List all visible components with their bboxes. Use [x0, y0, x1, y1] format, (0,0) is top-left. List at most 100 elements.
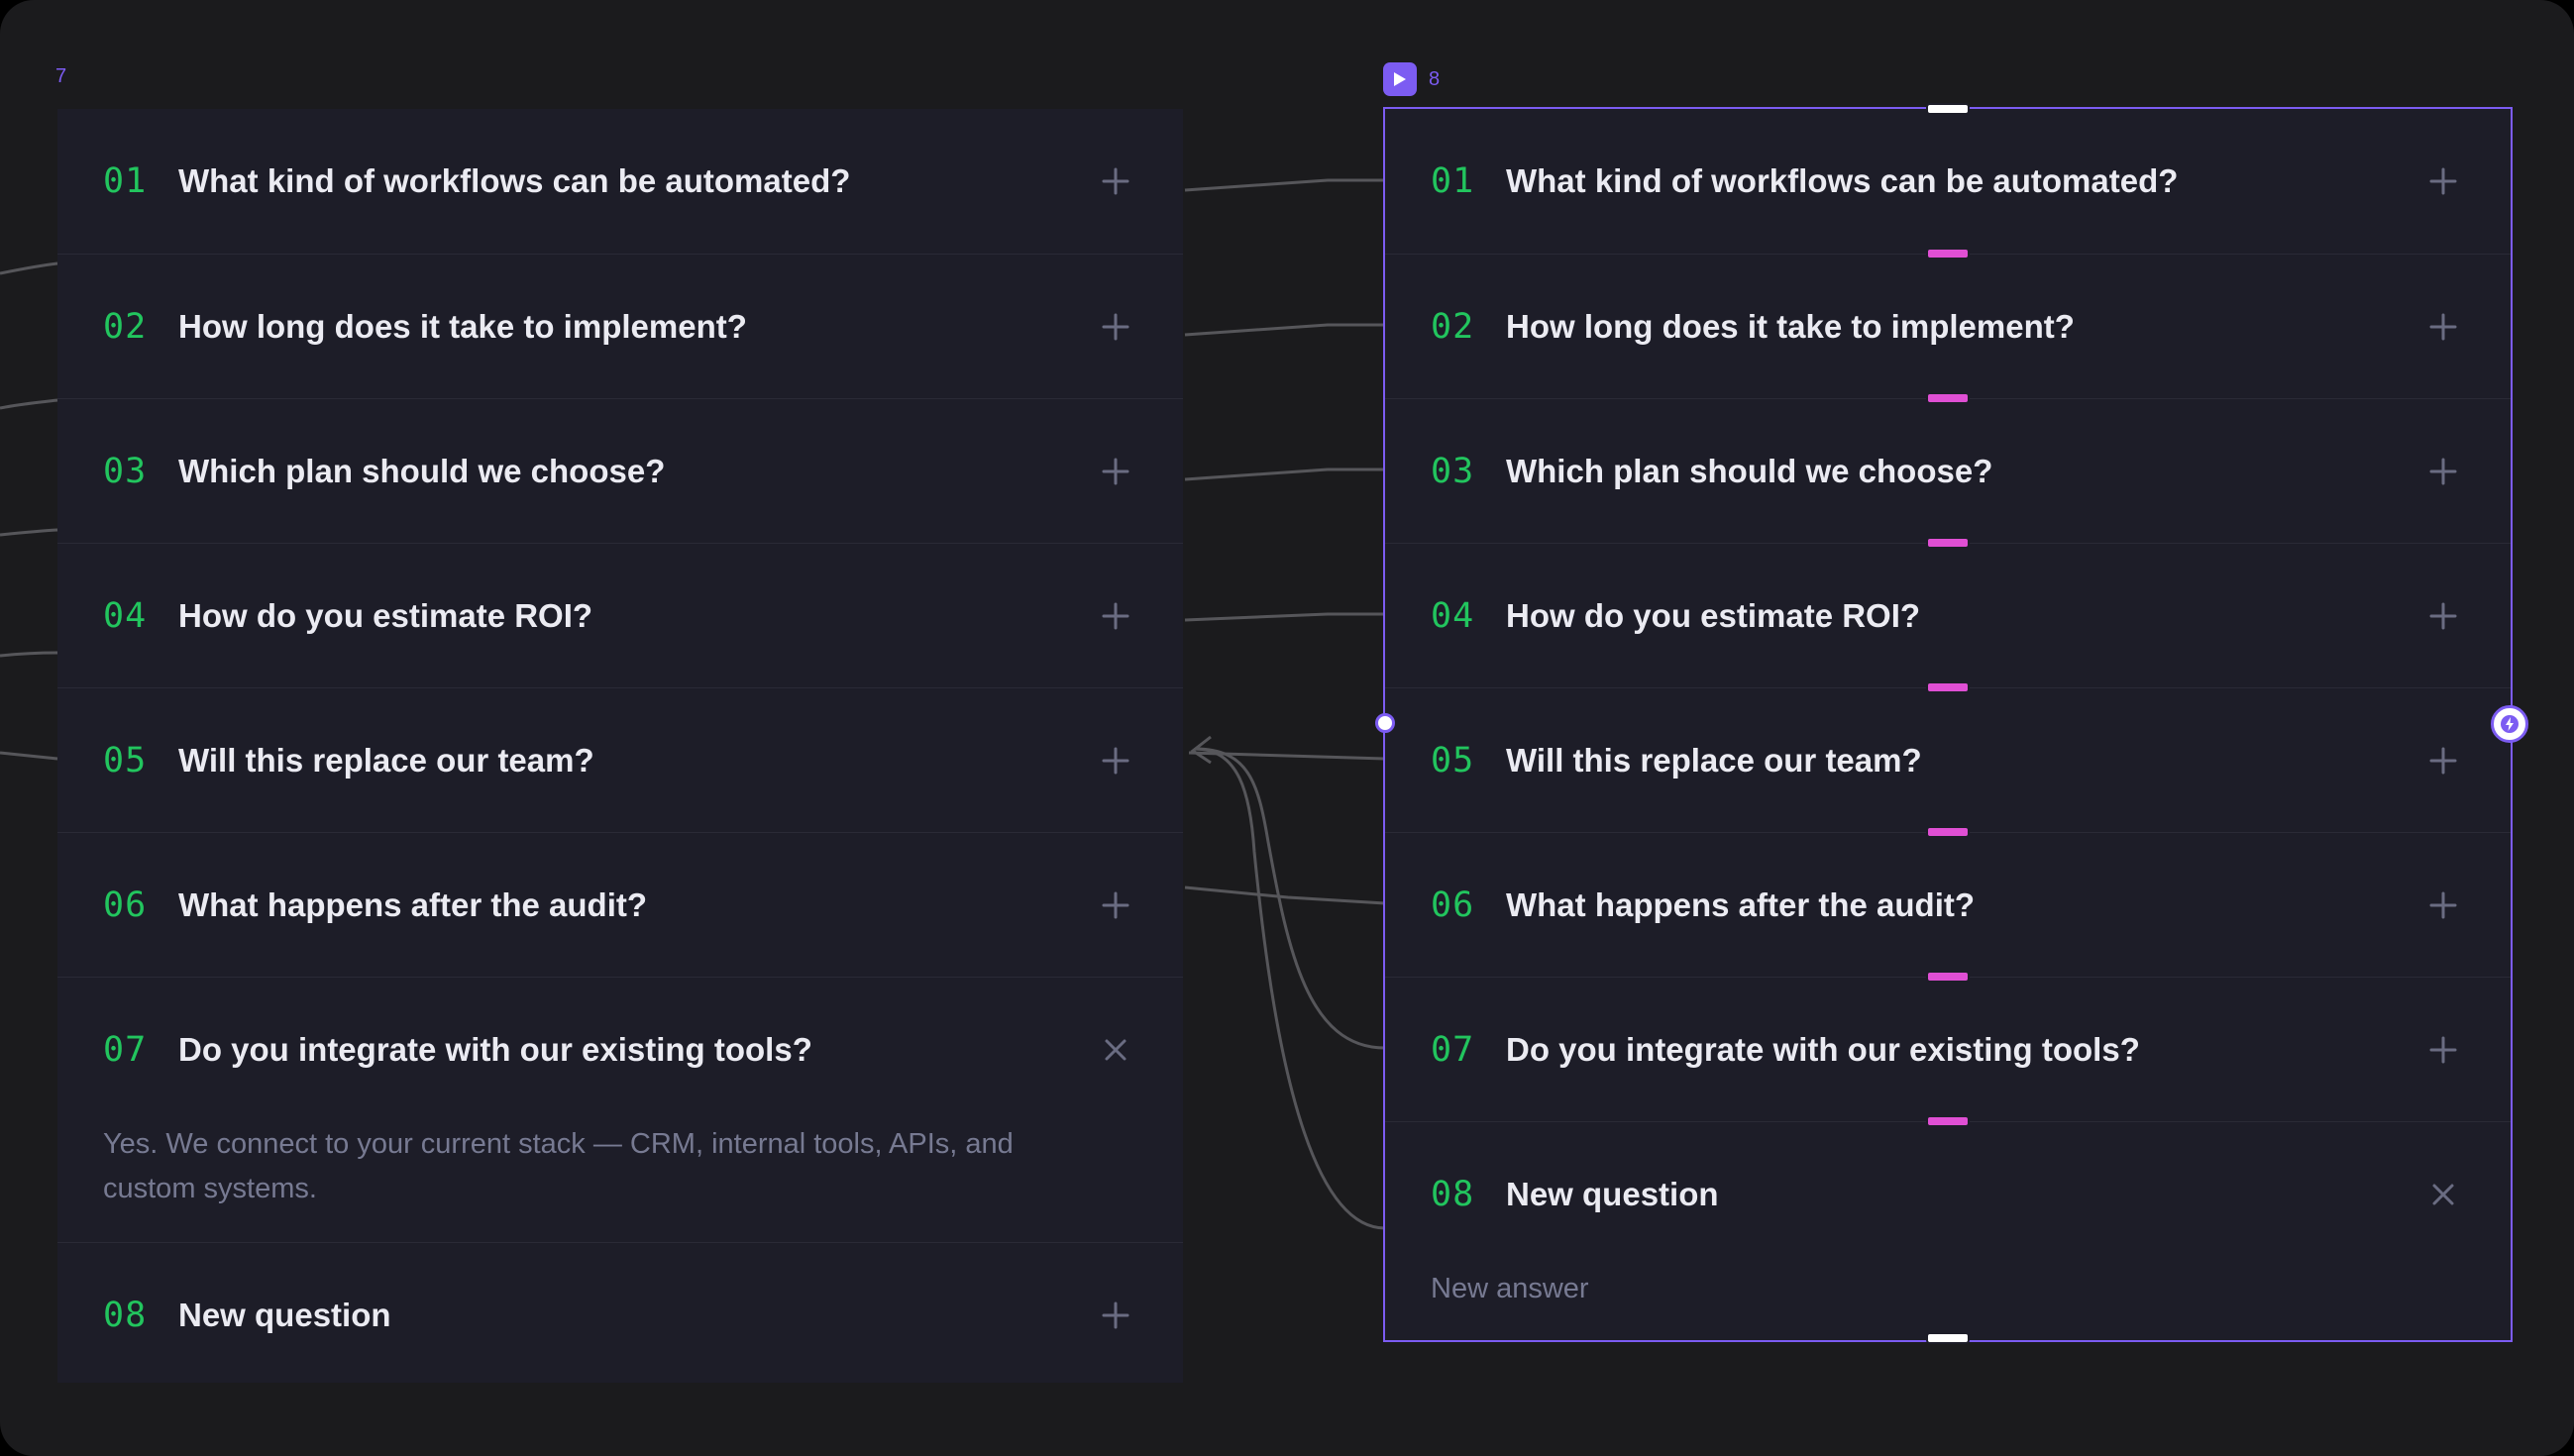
faq-question-row[interactable]: 06 What happens after the audit? — [1431, 833, 2511, 978]
faq-question-row[interactable]: 08 New question — [103, 1243, 1183, 1388]
faq-item[interactable]: 07 Do you integrate with our existing too… — [57, 977, 1183, 1242]
plus-icon[interactable] — [1086, 152, 1145, 211]
play-icon[interactable] — [1383, 62, 1417, 96]
frame-number: 8 — [1429, 67, 1441, 90]
faq-item[interactable]: 08 New question New answer — [1385, 1121, 2511, 1338]
connection-wire — [1188, 751, 1386, 761]
plus-icon[interactable] — [2413, 152, 2473, 211]
plus-icon[interactable] — [2413, 876, 2473, 935]
faq-question-row[interactable]: 03 Which plan should we choose? — [1431, 399, 2511, 544]
faq-item[interactable]: 02 How long does it take to implement? — [57, 254, 1183, 398]
faq-question: What kind of workflows can be automated? — [1506, 162, 2179, 199]
resize-handle[interactable] — [1926, 1115, 1970, 1127]
faq-question: New question — [178, 1297, 391, 1333]
faq-question-row[interactable]: 06 What happens after the audit? — [103, 833, 1183, 978]
plus-icon[interactable] — [2413, 731, 2473, 790]
faq-question: How long does it take to implement? — [1506, 308, 2075, 345]
faq-number: 05 — [1431, 741, 1475, 780]
close-icon[interactable] — [1086, 1020, 1145, 1080]
resize-handle[interactable] — [1926, 826, 1970, 838]
faq-question-row[interactable]: 03 Which plan should we choose? — [103, 399, 1183, 544]
faq-question: How do you estimate ROI? — [178, 597, 593, 634]
plus-icon[interactable] — [2413, 586, 2473, 646]
faq-question: New question — [1506, 1176, 1719, 1212]
lightning-icon[interactable] — [2491, 705, 2528, 743]
faq-question: Do you integrate with our existing tools… — [178, 1031, 812, 1068]
resize-handle[interactable] — [1926, 537, 1970, 549]
faq-question-row[interactable]: 05 Will this replace our team? — [1431, 688, 2511, 833]
plus-icon[interactable] — [1086, 586, 1145, 646]
connection-wire — [0, 398, 58, 410]
resize-handle[interactable] — [1926, 1332, 1970, 1344]
resize-handle[interactable] — [1926, 681, 1970, 693]
faq-question-row[interactable]: 05 Will this replace our team? — [103, 688, 1183, 833]
faq-number: 05 — [103, 741, 148, 780]
faq-item[interactable]: 07 Do you integrate with our existing too… — [1385, 977, 2511, 1121]
plus-icon[interactable] — [1086, 297, 1145, 357]
faq-item[interactable]: 02 How long does it take to implement? — [1385, 254, 2511, 398]
resize-handle[interactable] — [1926, 392, 1970, 404]
faq-question-row[interactable]: 04 How do you estimate ROI? — [1431, 544, 2511, 688]
faq-number: 04 — [103, 596, 148, 636]
connection-wire — [1184, 468, 1385, 481]
resize-handle[interactable] — [1926, 103, 1970, 115]
faq-question-row[interactable]: 07 Do you integrate with our existing too… — [1431, 978, 2511, 1122]
design-canvas[interactable]: 7 8 01 What kind of workflows can be auto… — [0, 0, 2574, 1456]
faq-item[interactable]: 01 What kind of workflows can be automate… — [57, 109, 1183, 254]
faq-question-row[interactable]: 01 What kind of workflows can be automate… — [103, 109, 1183, 254]
connection-wire — [0, 751, 58, 761]
faq-question: How long does it take to implement? — [178, 308, 747, 345]
plus-icon[interactable] — [2413, 297, 2473, 357]
faq-item[interactable]: 01 What kind of workflows can be automate… — [1385, 109, 2511, 254]
faq-number: 08 — [1431, 1175, 1475, 1214]
faq-question-row[interactable]: 08 New question — [1431, 1122, 2511, 1267]
plus-icon[interactable] — [2413, 442, 2473, 501]
faq-number: 02 — [103, 307, 148, 347]
faq-question-row[interactable]: 02 How long does it take to implement? — [103, 255, 1183, 399]
faq-item[interactable]: 03 Which plan should we choose? — [1385, 398, 2511, 543]
faq-question: Which plan should we choose? — [178, 453, 666, 489]
faq-item[interactable]: 06 What happens after the audit? — [57, 832, 1183, 977]
faq-question: Will this replace our team? — [178, 742, 594, 779]
faq-item[interactable]: 03 Which plan should we choose? — [57, 398, 1183, 543]
faq-number: 06 — [103, 885, 148, 925]
faq-item[interactable]: 05 Will this replace our team? — [1385, 687, 2511, 832]
faq-question: What kind of workflows can be automated? — [178, 162, 851, 199]
resize-handle[interactable] — [1926, 248, 1970, 260]
faq-question: What happens after the audit? — [178, 886, 648, 923]
faq-frame-8[interactable]: 01 What kind of workflows can be automate… — [1383, 107, 2513, 1342]
connection-wire — [0, 651, 58, 658]
plus-icon[interactable] — [1086, 442, 1145, 501]
faq-question-row[interactable]: 07 Do you integrate with our existing too… — [103, 978, 1183, 1122]
plus-icon[interactable] — [1086, 876, 1145, 935]
faq-item[interactable]: 05 Will this replace our team? — [57, 687, 1183, 832]
close-icon[interactable] — [2413, 1165, 2473, 1224]
plus-icon[interactable] — [1086, 1286, 1145, 1345]
frame-number: 7 — [55, 65, 67, 87]
connection-wire — [0, 261, 58, 275]
frame-label-right[interactable]: 8 — [1383, 62, 1440, 96]
faq-frame-7[interactable]: 01 What kind of workflows can be automate… — [57, 109, 1183, 1383]
connection-wire — [1184, 612, 1385, 622]
faq-question-row[interactable]: 02 How long does it take to implement? — [1431, 255, 2511, 399]
faq-question-row[interactable]: 04 How do you estimate ROI? — [103, 544, 1183, 688]
resize-handle[interactable] — [1926, 971, 1970, 983]
faq-question-row[interactable]: 01 What kind of workflows can be automate… — [1431, 109, 2511, 254]
faq-item[interactable]: 04 How do you estimate ROI? — [57, 543, 1183, 687]
faq-question: Which plan should we choose? — [1506, 453, 1993, 489]
plus-icon[interactable] — [2413, 1020, 2473, 1080]
plus-icon[interactable] — [1086, 731, 1145, 790]
connection-port-left[interactable] — [1375, 713, 1395, 733]
connection-arrow — [1190, 735, 1212, 765]
faq-number: 02 — [1431, 307, 1475, 347]
faq-answer: New answer — [1431, 1273, 1589, 1304]
faq-item[interactable]: 06 What happens after the audit? — [1385, 832, 2511, 977]
faq-item[interactable]: 08 New question — [57, 1242, 1183, 1387]
connection-wire — [1184, 323, 1385, 337]
faq-item[interactable]: 04 How do you estimate ROI? — [1385, 543, 2511, 687]
faq-question: How do you estimate ROI? — [1506, 597, 1921, 634]
faq-number: 03 — [103, 452, 148, 491]
frame-label-left[interactable]: 7 — [55, 65, 66, 88]
faq-number: 01 — [103, 161, 148, 201]
faq-question: Will this replace our team? — [1506, 742, 1922, 779]
